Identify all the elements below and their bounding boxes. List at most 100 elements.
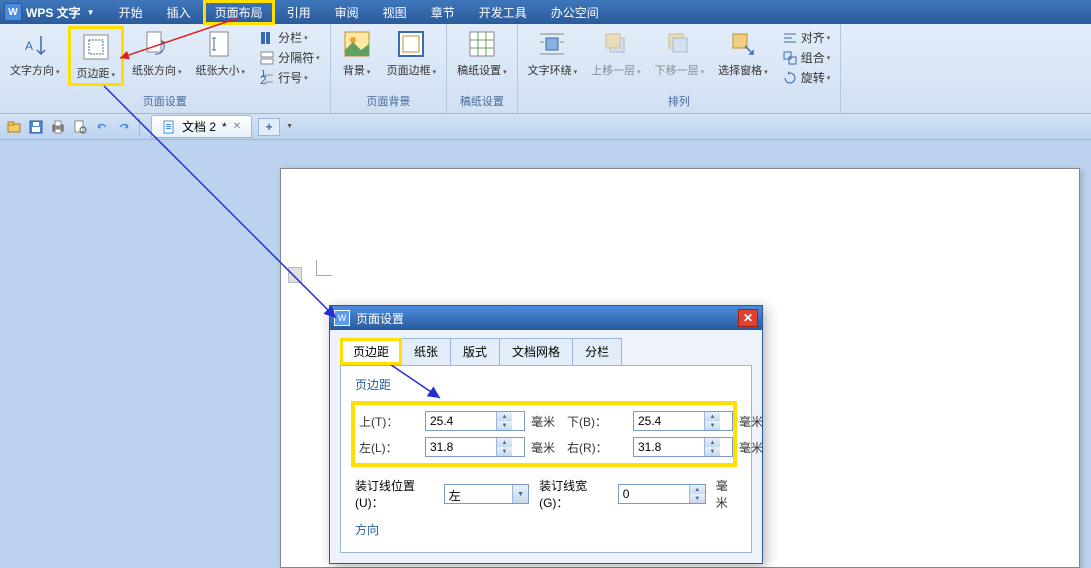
columns-button[interactable]: 分栏▾ bbox=[255, 28, 324, 47]
ribbon-group-label: 排列 bbox=[522, 91, 837, 111]
dialog-tab-3[interactable]: 文档网格 bbox=[499, 338, 573, 365]
ribbon-group-label: 页面设置 bbox=[4, 91, 326, 111]
align-icon bbox=[782, 30, 798, 46]
dialog-close-button[interactable]: ✕ bbox=[738, 309, 758, 327]
qat-save-icon[interactable] bbox=[26, 117, 46, 137]
group-button[interactable]: 组合▾ bbox=[778, 48, 835, 67]
margins-icon bbox=[80, 31, 112, 63]
qat-open-icon[interactable] bbox=[4, 117, 24, 137]
group-icon bbox=[782, 50, 798, 66]
app-title: WPS 文字 bbox=[26, 4, 81, 21]
spinner-up-icon[interactable]: ▲ bbox=[497, 438, 512, 447]
margin-bottom-input[interactable]: ▲▼ bbox=[633, 411, 733, 431]
spinner-up-icon[interactable]: ▲ bbox=[690, 485, 705, 494]
paper-size-button[interactable]: 纸张大小▾ bbox=[190, 26, 252, 80]
gutter-position-combo[interactable]: 左▼ bbox=[444, 484, 529, 504]
spinner-down-icon[interactable]: ▼ bbox=[690, 494, 705, 503]
ribbon-group-label: 页面背景 bbox=[335, 91, 443, 111]
close-icon[interactable]: ✕ bbox=[233, 121, 241, 132]
dialog-tab-4[interactable]: 分栏 bbox=[572, 338, 622, 365]
background-icon bbox=[341, 28, 373, 60]
margins-inputs-group: 上(T)： ▲▼ 毫米 下(B)： ▲▼ 毫米 左(L)： ▲▼ 毫米 右(R)… bbox=[351, 401, 737, 467]
spinner-down-icon[interactable]: ▼ bbox=[497, 447, 512, 456]
paper-size-icon bbox=[204, 28, 236, 60]
dialog-icon: W bbox=[334, 310, 350, 326]
unit-top: 毫米 bbox=[531, 413, 561, 430]
menu-item-6[interactable]: 章节 bbox=[419, 0, 467, 25]
ribbon-group-label: 稿纸设置 bbox=[451, 91, 513, 111]
document-tab[interactable]: 文档 2 * ✕ bbox=[151, 115, 252, 138]
margins-section-label: 页边距 bbox=[355, 376, 737, 393]
background-button[interactable]: 背景▾ bbox=[335, 26, 379, 80]
dialog-tab-1[interactable]: 纸张 bbox=[401, 338, 451, 365]
bring-forward-button[interactable]: 上移一层▾ bbox=[585, 26, 647, 80]
qat-print-icon[interactable] bbox=[48, 117, 68, 137]
line-numbers-icon: 12 bbox=[259, 70, 275, 86]
menu-item-0[interactable]: 开始 bbox=[107, 0, 155, 25]
spinner-up-icon[interactable]: ▲ bbox=[705, 412, 720, 421]
doc-icon bbox=[162, 120, 176, 134]
send-backward-icon bbox=[663, 28, 695, 60]
orientation-section-label: 方向 bbox=[355, 521, 737, 538]
align-button[interactable]: 对齐▾ bbox=[778, 28, 835, 47]
unit-bottom: 毫米 bbox=[739, 413, 769, 430]
orientation-button[interactable]: 纸张方向▾ bbox=[126, 26, 188, 80]
label-gutter-pos: 装订线位置(U)： bbox=[355, 477, 434, 511]
selection-pane-icon bbox=[727, 28, 759, 60]
page-border-button[interactable]: 页面边框▾ bbox=[381, 26, 443, 80]
breaks-icon bbox=[259, 50, 275, 66]
label-top: 上(T)： bbox=[359, 413, 419, 430]
tab-dropdown-icon[interactable]: ▼ bbox=[286, 123, 293, 130]
orientation-icon bbox=[141, 28, 173, 60]
qat-undo-icon[interactable] bbox=[92, 117, 112, 137]
app-menu-dropdown-icon[interactable]: ▼ bbox=[87, 8, 95, 17]
unit-gutter: 毫米 bbox=[716, 477, 737, 511]
columns-icon bbox=[259, 30, 275, 46]
label-bottom: 下(B)： bbox=[567, 413, 627, 430]
unit-right: 毫米 bbox=[739, 439, 769, 456]
margin-right-input[interactable]: ▲▼ bbox=[633, 437, 733, 457]
document-tab-label: 文档 2 bbox=[182, 118, 216, 135]
chevron-down-icon[interactable]: ▼ bbox=[512, 485, 528, 503]
rotate-icon bbox=[782, 70, 798, 86]
label-right: 右(R)： bbox=[567, 439, 627, 456]
margin-corner-indicator bbox=[316, 260, 332, 276]
label-gutter-width: 装订线宽(G)： bbox=[539, 477, 608, 511]
gutter-width-input[interactable]: ▲▼ bbox=[618, 484, 706, 504]
menu-item-4[interactable]: 审阅 bbox=[323, 0, 371, 25]
page-setup-dialog: W 页面设置 ✕ 页边距纸张版式文档网格分栏 页边距 上(T)： ▲▼ 毫米 下… bbox=[329, 305, 763, 564]
menu-item-7[interactable]: 开发工具 bbox=[467, 0, 539, 25]
breaks-button[interactable]: 分隔符▾ bbox=[255, 48, 324, 67]
send-backward-button[interactable]: 下移一层▾ bbox=[649, 26, 711, 80]
bring-forward-icon bbox=[600, 28, 632, 60]
margin-left-input[interactable]: ▲▼ bbox=[425, 437, 525, 457]
spinner-down-icon[interactable]: ▼ bbox=[705, 421, 720, 430]
app-icon[interactable]: W bbox=[4, 3, 22, 21]
spinner-up-icon[interactable]: ▲ bbox=[497, 412, 512, 421]
qat-redo-icon[interactable] bbox=[114, 117, 134, 137]
menu-item-2[interactable]: 页面布局 bbox=[203, 0, 275, 25]
menu-item-1[interactable]: 插入 bbox=[155, 0, 203, 25]
spinner-down-icon[interactable]: ▼ bbox=[497, 421, 512, 430]
genko-button[interactable]: 稿纸设置▾ bbox=[451, 26, 513, 80]
menu-item-5[interactable]: 视图 bbox=[371, 0, 419, 25]
dialog-tab-2[interactable]: 版式 bbox=[450, 338, 500, 365]
svg-text:A: A bbox=[25, 39, 33, 53]
new-tab-button[interactable]: + bbox=[258, 118, 280, 136]
spinner-down-icon[interactable]: ▼ bbox=[705, 447, 720, 456]
text-direction-icon: A bbox=[19, 28, 51, 60]
dialog-tab-0[interactable]: 页边距 bbox=[340, 338, 402, 365]
menu-item-8[interactable]: 办公空间 bbox=[539, 0, 611, 25]
margins-button[interactable]: 页边距▾ bbox=[68, 26, 125, 86]
document-tab-asterisk: * bbox=[222, 120, 227, 134]
unit-left: 毫米 bbox=[531, 439, 561, 456]
line-numbers-button[interactable]: 12行号▾ bbox=[255, 68, 324, 87]
spinner-up-icon[interactable]: ▲ bbox=[705, 438, 720, 447]
text-wrap-button[interactable]: 文字环绕▾ bbox=[522, 26, 584, 80]
menu-item-3[interactable]: 引用 bbox=[275, 0, 323, 25]
rotate-button[interactable]: 旋转▾ bbox=[778, 68, 835, 87]
qat-print-preview-icon[interactable] bbox=[70, 117, 90, 137]
text-direction-button[interactable]: A文字方向▾ bbox=[4, 26, 66, 80]
selection-pane-button[interactable]: 选择窗格▾ bbox=[712, 26, 774, 80]
margin-top-input[interactable]: ▲▼ bbox=[425, 411, 525, 431]
